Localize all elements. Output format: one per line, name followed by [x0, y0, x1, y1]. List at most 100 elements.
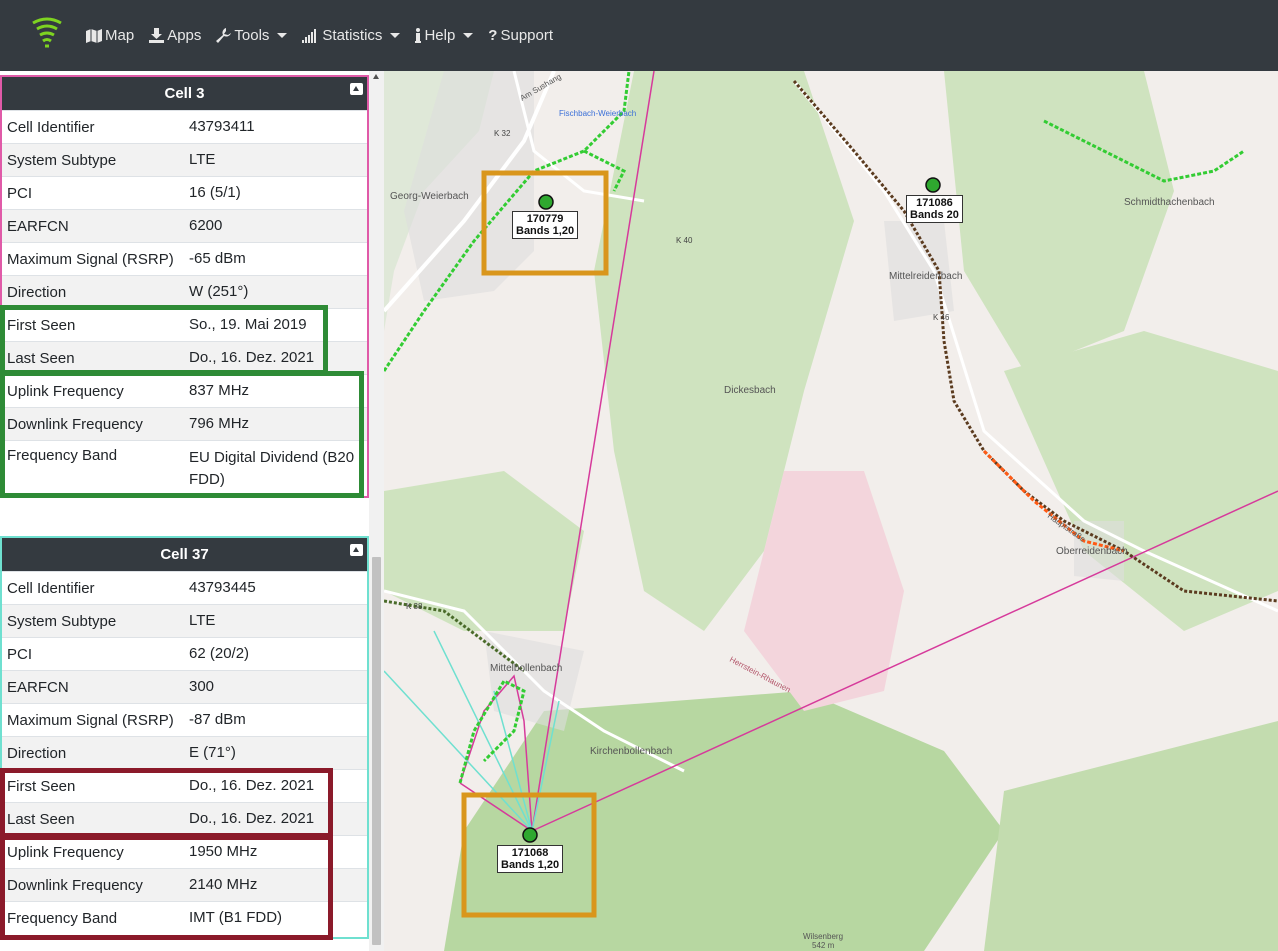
tower-bands: Bands 1,20	[501, 859, 560, 871]
logo-icon[interactable]	[30, 16, 64, 50]
row-value: 796 MHz	[189, 415, 250, 432]
row-label: First Seen	[7, 777, 76, 795]
cell-info-table: Cell Identifier 43793411 System Subtype LT…	[2, 110, 367, 488]
row-value: 6200	[189, 217, 223, 234]
tower-marker[interactable]	[925, 177, 941, 193]
nav-support[interactable]: ? Support	[488, 27, 553, 44]
row-value: 837 MHz	[189, 382, 250, 399]
row-value: -87 dBm	[189, 711, 246, 728]
map-icon	[86, 28, 102, 43]
table-row: First Seen So., 19. Mai 2019	[2, 308, 367, 341]
row-label: System Subtype	[7, 151, 117, 169]
sidebar-scrollbar[interactable]	[369, 71, 384, 951]
row-label: Cell Identifier	[7, 118, 95, 136]
cell-card-header: Cell 37	[2, 538, 367, 571]
chevron-down-icon	[390, 33, 401, 38]
place-label: 542 m	[812, 941, 835, 950]
place-label: Mittelreidenbach	[889, 271, 962, 282]
place-label: Oberreidenbach	[1056, 546, 1128, 557]
row-label: First Seen	[7, 316, 76, 334]
place-label: Schmidthachenbach	[1124, 197, 1215, 208]
tower-id: 170779	[526, 213, 564, 225]
road-label: K 32	[494, 129, 511, 138]
tower-label[interactable]: 171068 Bands 1,20	[497, 845, 564, 873]
nav-support-label: Support	[500, 27, 554, 44]
map-canvas[interactable]: Georg-Weierbach Fischbach-Weierbach Mitt…	[384, 71, 1278, 951]
nav-apps[interactable]: Apps	[149, 27, 201, 44]
row-value: Do., 16. Dez. 2021	[189, 810, 315, 827]
nav-help[interactable]: Help	[415, 27, 474, 44]
row-label: Direction	[7, 283, 67, 301]
collapse-icon[interactable]	[350, 544, 363, 556]
row-label: Downlink Frequency	[7, 876, 143, 894]
nav-statistics-label: Statistics	[322, 27, 383, 44]
row-label: PCI	[7, 645, 33, 663]
row-label: Last Seen	[7, 349, 75, 367]
row-label: Downlink Frequency	[7, 415, 143, 433]
nav-tools-label: Tools	[234, 27, 270, 44]
table-row: Uplink Frequency 1950 MHz	[2, 835, 367, 868]
nav-statistics[interactable]: Statistics	[302, 27, 401, 44]
tower-marker[interactable]	[522, 827, 538, 843]
row-value: EU Digital Dividend (B20 FDD)	[189, 449, 355, 488]
place-label: Kirchenbollenbach	[590, 746, 672, 757]
top-navbar: Map Apps Tools Statistics Help ? Support	[0, 0, 1278, 71]
scrollbar-thumb[interactable]	[372, 557, 381, 945]
cell-card-header: Cell 3	[2, 77, 367, 110]
table-row: EARFCN 6200	[2, 209, 367, 242]
row-label: Frequency Band	[7, 447, 118, 464]
tower-bands: Bands 1,20	[516, 225, 575, 237]
nav-tools[interactable]: Tools	[216, 27, 288, 44]
table-row: System Subtype LTE	[2, 604, 367, 637]
tower-id: 171068	[511, 847, 549, 859]
table-row: PCI 62 (20/2)	[2, 637, 367, 670]
tower-bands: Bands 20	[910, 209, 959, 221]
tower-label[interactable]: 171086 Bands 20	[906, 195, 963, 223]
row-value: 43793411	[189, 118, 255, 135]
tower-marker[interactable]	[538, 194, 554, 210]
chevron-down-icon	[277, 33, 288, 38]
table-row: Direction W (251°)	[2, 275, 367, 308]
row-label: Uplink Frequency	[7, 382, 124, 400]
row-label: EARFCN	[7, 678, 69, 696]
place-label: Dickesbach	[724, 385, 776, 396]
nav-map-label: Map	[105, 27, 135, 44]
scroll-up-icon[interactable]	[373, 74, 379, 79]
row-value: -65 dBm	[189, 250, 246, 267]
nav-map[interactable]: Map	[86, 27, 134, 44]
table-row: System Subtype LTE	[2, 143, 367, 176]
map-view[interactable]: Georg-Weierbach Fischbach-Weierbach Mitt…	[384, 71, 1278, 951]
row-value: Do., 16. Dez. 2021	[189, 349, 315, 366]
signal-icon	[302, 28, 317, 43]
tower-label[interactable]: 170779 Bands 1,20	[512, 211, 579, 239]
row-label: Last Seen	[7, 810, 75, 828]
table-row: EARFCN 300	[2, 670, 367, 703]
table-row: Frequency Band EU Digital Dividend (B20 F…	[2, 440, 367, 488]
forest-area	[984, 721, 1278, 951]
row-label: Frequency Band	[7, 909, 118, 927]
cell-card-title: Cell 37	[160, 546, 209, 563]
row-value: IMT (B1 FDD)	[189, 909, 283, 926]
row-value: 2140 MHz	[189, 876, 258, 893]
table-row: PCI 16 (5/1)	[2, 176, 367, 209]
row-value: Do., 16. Dez. 2021	[189, 777, 315, 794]
row-value: 43793445	[189, 579, 256, 596]
cell-sidebar: Cell 3 Cell Identifier 43793411 System Su…	[0, 71, 384, 951]
nav-menu: Map Apps Tools Statistics Help ? Support	[86, 0, 568, 71]
row-label: EARFCN	[7, 217, 69, 235]
table-row: Maximum Signal (RSRP) -87 dBm	[2, 703, 367, 736]
row-label: System Subtype	[7, 612, 117, 630]
table-row: Uplink Frequency 837 MHz	[2, 374, 367, 407]
row-label: Maximum Signal (RSRP)	[7, 711, 174, 729]
road-label: K 40	[676, 236, 693, 245]
table-row: Cell Identifier 43793445	[2, 571, 367, 604]
row-value: 62 (20/2)	[189, 645, 250, 662]
place-label: Georg-Weierbach	[390, 191, 469, 202]
cell-card-37: Cell 37 Cell Identifier 43793445 System S…	[0, 536, 369, 939]
row-value: W (251°)	[189, 283, 249, 300]
collapse-icon[interactable]	[350, 83, 363, 95]
cell-info-table: Cell Identifier 43793445 System Subtype LT…	[2, 571, 367, 934]
table-row: Last Seen Do., 16. Dez. 2021	[2, 341, 367, 374]
table-row: Cell Identifier 43793411	[2, 110, 367, 143]
row-value: LTE	[189, 612, 216, 629]
